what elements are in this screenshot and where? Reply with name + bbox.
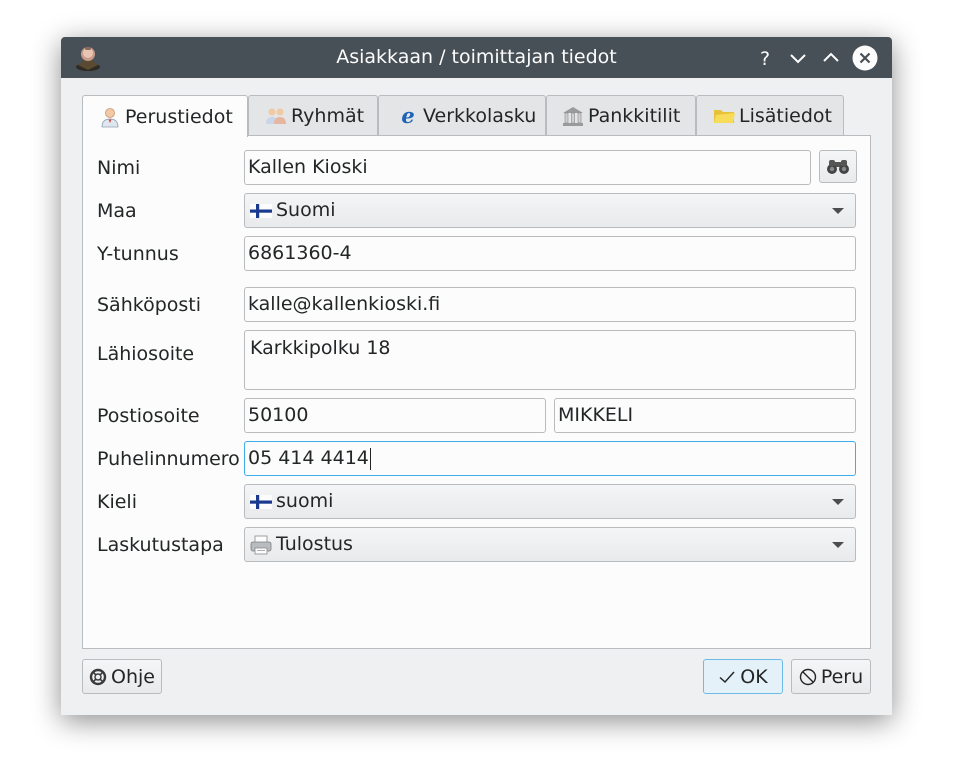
finland-flag-icon bbox=[250, 201, 272, 221]
binoculars-icon bbox=[827, 159, 849, 174]
cancel-button-label: Peru bbox=[820, 665, 864, 688]
bank-icon bbox=[562, 105, 584, 127]
tab-lisatiedot[interactable]: Lisätiedot bbox=[696, 95, 844, 135]
name-label: Nimi bbox=[97, 157, 141, 179]
dialog-window: Asiakkaan / toimittajan tiedot ? Perusti… bbox=[61, 37, 892, 715]
postal-code-field[interactable]: 50100 bbox=[244, 398, 546, 433]
chevron-down-icon bbox=[832, 542, 844, 548]
business-id-label: Y-tunnus bbox=[97, 243, 179, 265]
group-icon bbox=[265, 105, 287, 127]
titlebar[interactable]: Asiakkaan / toimittajan tiedot ? bbox=[61, 37, 892, 78]
tab-verkkolasku[interactable]: e Verkkolasku bbox=[378, 95, 546, 135]
language-label: Kieli bbox=[97, 491, 137, 513]
tab-pankkitilit[interactable]: Pankkitilit bbox=[546, 95, 696, 135]
maximize-icon[interactable] bbox=[818, 45, 844, 71]
close-icon[interactable] bbox=[852, 45, 878, 71]
country-label: Maa bbox=[97, 200, 137, 222]
street-textarea[interactable]: Karkkipolku 18 bbox=[244, 330, 856, 390]
postal-label: Postiosoite bbox=[97, 405, 200, 427]
email-label: Sähköposti bbox=[97, 294, 202, 316]
business-id-field[interactable]: 6861360-4 bbox=[244, 236, 856, 271]
printer-icon bbox=[250, 535, 272, 555]
lifebuoy-icon bbox=[89, 668, 107, 686]
language-select[interactable]: suomi bbox=[244, 484, 856, 519]
tab-perustiedot[interactable]: Perustiedot bbox=[82, 95, 248, 137]
phone-label: Puhelinnumero bbox=[97, 448, 240, 470]
street-label: Lähiosoite bbox=[97, 343, 195, 365]
country-select[interactable]: Suomi bbox=[244, 193, 856, 228]
tab-label: Perustiedot bbox=[125, 105, 233, 128]
chevron-down-icon bbox=[832, 208, 844, 214]
city-field[interactable]: MIKKELI bbox=[554, 398, 856, 433]
email-field[interactable]: kalle@kallenkioski.fi bbox=[244, 287, 856, 322]
text-cursor bbox=[369, 447, 371, 470]
person-icon bbox=[99, 106, 121, 128]
ok-button[interactable]: OK bbox=[703, 659, 783, 694]
svg-text:?: ? bbox=[760, 48, 770, 70]
minimize-icon[interactable] bbox=[785, 45, 811, 71]
billing-select[interactable]: Tulostus bbox=[244, 527, 856, 562]
name-field[interactable]: Kallen Kioski bbox=[244, 150, 811, 185]
chevron-down-icon bbox=[832, 499, 844, 505]
folder-icon bbox=[713, 105, 735, 127]
phone-value: 05 414 4414 bbox=[248, 447, 369, 469]
country-value: Suomi bbox=[276, 199, 336, 221]
billing-value: Tulostus bbox=[276, 533, 353, 555]
tab-label: Ryhmät bbox=[291, 104, 365, 127]
tab-panel-perustiedot: Nimi Kallen Kioski Maa Suomi Y-tunnus 68… bbox=[82, 135, 871, 649]
help-button[interactable]: Ohje bbox=[82, 659, 162, 694]
tab-label: Lisätiedot bbox=[739, 104, 832, 127]
cancel-icon bbox=[799, 668, 817, 686]
help-button-label: Ohje bbox=[111, 665, 155, 688]
einvoice-icon: e bbox=[397, 105, 419, 127]
search-button[interactable] bbox=[819, 150, 857, 183]
language-value: suomi bbox=[276, 490, 334, 512]
svg-text:e: e bbox=[401, 105, 414, 127]
checkmark-icon bbox=[718, 668, 736, 686]
tab-label: Pankkitilit bbox=[588, 104, 681, 127]
help-icon[interactable]: ? bbox=[752, 45, 778, 71]
billing-label: Laskutustapa bbox=[97, 534, 224, 556]
cancel-button[interactable]: Peru bbox=[791, 659, 871, 694]
finland-flag-icon bbox=[250, 492, 272, 512]
tab-ryhmat[interactable]: Ryhmät bbox=[248, 95, 378, 135]
tab-label: Verkkolasku bbox=[423, 104, 537, 127]
ok-button-label: OK bbox=[740, 665, 768, 688]
phone-field[interactable]: 05 414 4414 bbox=[244, 441, 856, 476]
